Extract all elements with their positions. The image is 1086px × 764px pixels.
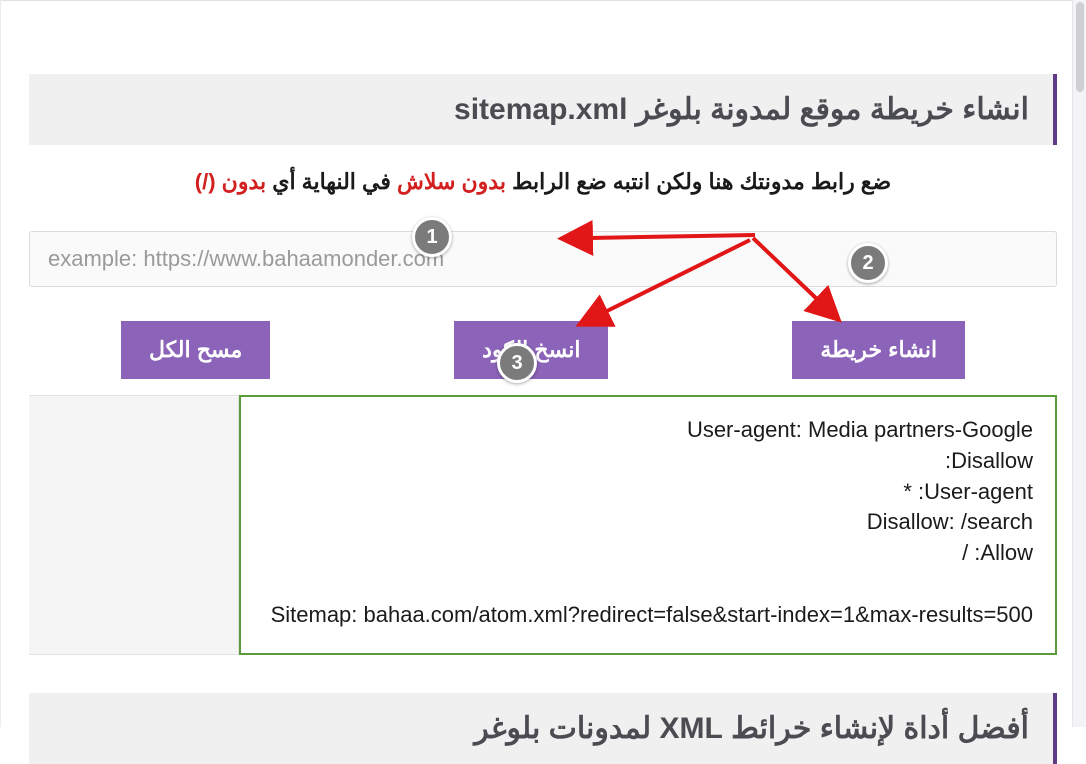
output-gutter — [29, 395, 239, 655]
divider — [1, 0, 1085, 1]
instruction-lead: ضع رابط مدونتك هنا ولكن انتبه ضع الرابط — [506, 169, 891, 194]
output-wrap: User-agent: Media partners-Google Disall… — [29, 395, 1057, 655]
copy-button[interactable]: انسخ الكود — [454, 321, 608, 379]
instruction-mid: في النهاية أي — [266, 169, 391, 194]
generate-button[interactable]: انشاء خريطة — [792, 321, 965, 379]
sitemap-output[interactable]: User-agent: Media partners-Google Disall… — [239, 395, 1057, 655]
section-title-best-tool: أفضل أداة لإنشاء خرائط XML لمدونات بلوغر — [29, 693, 1057, 764]
instruction-text: ضع رابط مدونتك هنا ولكن انتبه ضع الرابط … — [29, 169, 1057, 195]
instruction-red2: بدون (/) — [195, 169, 266, 194]
scrollbar-thumb[interactable] — [1076, 2, 1084, 92]
instruction-red1: بدون سلاش — [397, 169, 506, 194]
clear-button[interactable]: مسح الكل — [121, 321, 270, 379]
page-title: انشاء خريطة موقع لمدونة بلوغر sitemap.xm… — [29, 74, 1057, 145]
button-row: انشاء خريطة انسخ الكود مسح الكل — [29, 321, 1057, 379]
blog-url-input[interactable] — [29, 231, 1057, 287]
window-scrollbar[interactable] — [1072, 0, 1086, 727]
